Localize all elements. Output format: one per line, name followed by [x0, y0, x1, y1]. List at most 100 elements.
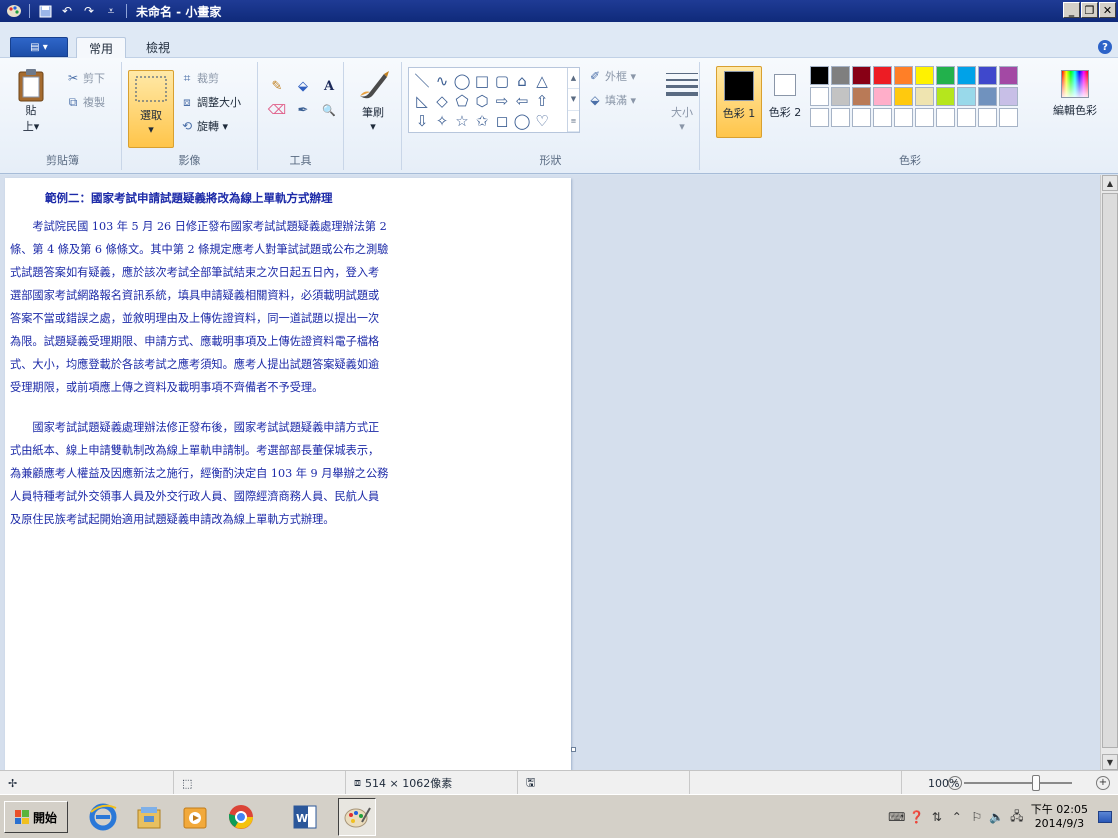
vertical-scrollbar[interactable]: ▲ ▼ — [1100, 175, 1118, 770]
tray-expand-icon[interactable]: ⌃ — [947, 807, 967, 827]
shape-item[interactable]: ◯ — [512, 111, 532, 131]
zoom-slider-thumb[interactable] — [1032, 775, 1040, 791]
show-desktop-icon[interactable] — [1098, 811, 1112, 823]
brushes-dropdown-arrow[interactable]: ▾ — [370, 120, 376, 133]
tray-network-icon[interactable]: 🖧 — [1007, 807, 1027, 827]
shape-item[interactable]: ⇨ — [492, 91, 512, 111]
paint-menu-button[interactable]: ▤ ▾ — [10, 37, 68, 57]
shape-item[interactable]: △ — [532, 71, 552, 91]
shapes-gallery-scroll[interactable]: ▲ ▼ ≡ — [567, 68, 579, 132]
undo-icon[interactable]: ↶ — [57, 2, 77, 20]
shape-item[interactable]: ⇩ — [412, 111, 432, 131]
select-button[interactable]: 選取 ▾ — [128, 70, 174, 148]
canvas-resize-handle[interactable] — [571, 747, 576, 752]
palette-swatch[interactable] — [915, 87, 934, 106]
shape-item[interactable]: ＼ — [412, 71, 432, 91]
palette-swatch[interactable] — [957, 66, 976, 85]
rotate-button[interactable]: ⟲ 旋轉 ▾ — [180, 118, 228, 134]
tray-keyboard-icon[interactable]: ⌨ — [887, 807, 907, 827]
scroll-down-icon[interactable]: ▼ — [1102, 754, 1118, 770]
palette-swatch[interactable] — [936, 87, 955, 106]
palette-swatch[interactable] — [978, 108, 997, 127]
palette-swatch[interactable] — [936, 108, 955, 127]
palette-swatch[interactable] — [936, 66, 955, 85]
palette-swatch[interactable] — [810, 108, 829, 127]
palette-swatch[interactable] — [978, 87, 997, 106]
palette-swatch[interactable] — [999, 66, 1018, 85]
palette-swatch[interactable] — [915, 108, 934, 127]
palette-swatch[interactable] — [894, 87, 913, 106]
outline-button[interactable]: ✐ 外框 ▾ — [588, 68, 636, 84]
paint-app-icon[interactable] — [4, 2, 24, 20]
drawing-canvas[interactable]: 範例二：國家考試申請試題疑義將改為線上單軌方式辦理 考試院民國 103 年 5 … — [5, 178, 571, 770]
tab-view[interactable]: 檢視 — [134, 37, 182, 58]
cut-button[interactable]: ✂ 剪下 — [66, 70, 105, 86]
tray-ime-icon[interactable]: ⇅ — [927, 807, 947, 827]
minimize-button[interactable]: _ — [1063, 2, 1080, 18]
crop-button[interactable]: ⌗ 裁剪 — [180, 70, 219, 86]
taskbar-ie-icon[interactable] — [84, 798, 122, 836]
shape-item[interactable]: ✧ — [432, 111, 452, 131]
shape-item[interactable]: ⇦ — [512, 91, 532, 111]
copy-button[interactable]: ⧉ 複製 — [66, 94, 105, 110]
taskbar-word-icon[interactable]: W — [286, 798, 324, 836]
palette-swatch[interactable] — [999, 87, 1018, 106]
brushes-button[interactable]: 筆刷 ▾ — [350, 68, 396, 148]
palette-swatch[interactable] — [873, 66, 892, 85]
tray-help-icon[interactable]: ❓ — [907, 807, 927, 827]
pencil-icon[interactable]: ✎ — [266, 76, 288, 96]
zoom-out-button[interactable]: − — [948, 776, 962, 790]
scroll-up-icon[interactable]: ▲ — [1102, 175, 1118, 191]
text-tool-icon[interactable]: A — [318, 76, 340, 96]
shape-item[interactable]: ⬡ — [472, 91, 492, 111]
paste-button[interactable]: 貼 上▾ — [14, 68, 48, 144]
palette-swatch[interactable] — [852, 66, 871, 85]
shape-item[interactable]: □ — [472, 71, 492, 91]
palette-swatch[interactable] — [810, 87, 829, 106]
redo-icon[interactable]: ↷ — [79, 2, 99, 20]
taskbar-chrome-icon[interactable] — [222, 798, 260, 836]
maximize-button[interactable]: ❐ — [1081, 2, 1098, 18]
taskbar-media-icon[interactable] — [176, 798, 214, 836]
color2-button[interactable]: 色彩 2 — [762, 66, 808, 138]
shape-item[interactable]: ∿ — [432, 71, 452, 91]
shape-item[interactable]: ◺ — [412, 91, 432, 111]
eraser-icon[interactable]: ⌫ — [266, 100, 288, 120]
palette-swatch[interactable] — [852, 108, 871, 127]
palette-swatch[interactable] — [999, 108, 1018, 127]
palette-swatch[interactable] — [894, 66, 913, 85]
start-button[interactable]: 開始 — [4, 801, 68, 833]
size-button[interactable]: 大小 ▾ — [660, 70, 704, 150]
palette-swatch[interactable] — [957, 87, 976, 106]
palette-swatch[interactable] — [852, 87, 871, 106]
taskbar-explorer-icon[interactable] — [130, 798, 168, 836]
palette-swatch[interactable] — [978, 66, 997, 85]
scroll-thumb[interactable] — [1102, 193, 1118, 748]
tray-flag-icon[interactable]: ⚐ — [967, 807, 987, 827]
edit-colors-button[interactable]: 編輯色彩 — [1046, 66, 1104, 118]
palette-swatch[interactable] — [831, 87, 850, 106]
palette-swatch[interactable] — [957, 108, 976, 127]
shape-item[interactable]: ◇ — [432, 91, 452, 111]
fill-button[interactable]: ⬙ 填滿 ▾ — [588, 92, 636, 108]
shape-item[interactable]: ⌂ — [512, 71, 532, 91]
taskbar-paint-icon[interactable] — [338, 798, 376, 836]
shape-item[interactable]: ▢ — [492, 71, 512, 91]
shapes-gallery[interactable]: ＼ ∿ ◯ □ ▢ ⌂ △ ◺ ◇ ⬠ ⬡ ⇨ ⇦ ⇧ ⇩ ✧ ☆ ✩ ◻ ◯ ♡ ▲ ▼ ≡ — [408, 67, 580, 133]
shapes-scroll-up-icon[interactable]: ▲ — [568, 68, 579, 90]
palette-swatch[interactable] — [873, 108, 892, 127]
shapes-expand-icon[interactable]: ≡ — [568, 111, 579, 132]
tray-volume-icon[interactable]: 🔈 — [987, 807, 1007, 827]
magnifier-icon[interactable]: 🔍 — [318, 100, 340, 120]
shape-item[interactable]: ◻ — [492, 111, 512, 131]
canvas-workspace[interactable]: 範例二：國家考試申請試題疑義將改為線上單軌方式辦理 考試院民國 103 年 5 … — [0, 175, 1100, 770]
close-button[interactable]: ✕ — [1099, 2, 1116, 18]
palette-swatch[interactable] — [894, 108, 913, 127]
size-dropdown-arrow[interactable]: ▾ — [679, 120, 685, 133]
resize-button[interactable]: ⧈ 調整大小 — [180, 94, 241, 110]
shape-item[interactable]: ♡ — [532, 111, 552, 131]
shape-item[interactable]: ⇧ — [532, 91, 552, 111]
palette-swatch[interactable] — [915, 66, 934, 85]
tab-home[interactable]: 常用 — [76, 37, 127, 58]
palette-swatch[interactable] — [810, 66, 829, 85]
